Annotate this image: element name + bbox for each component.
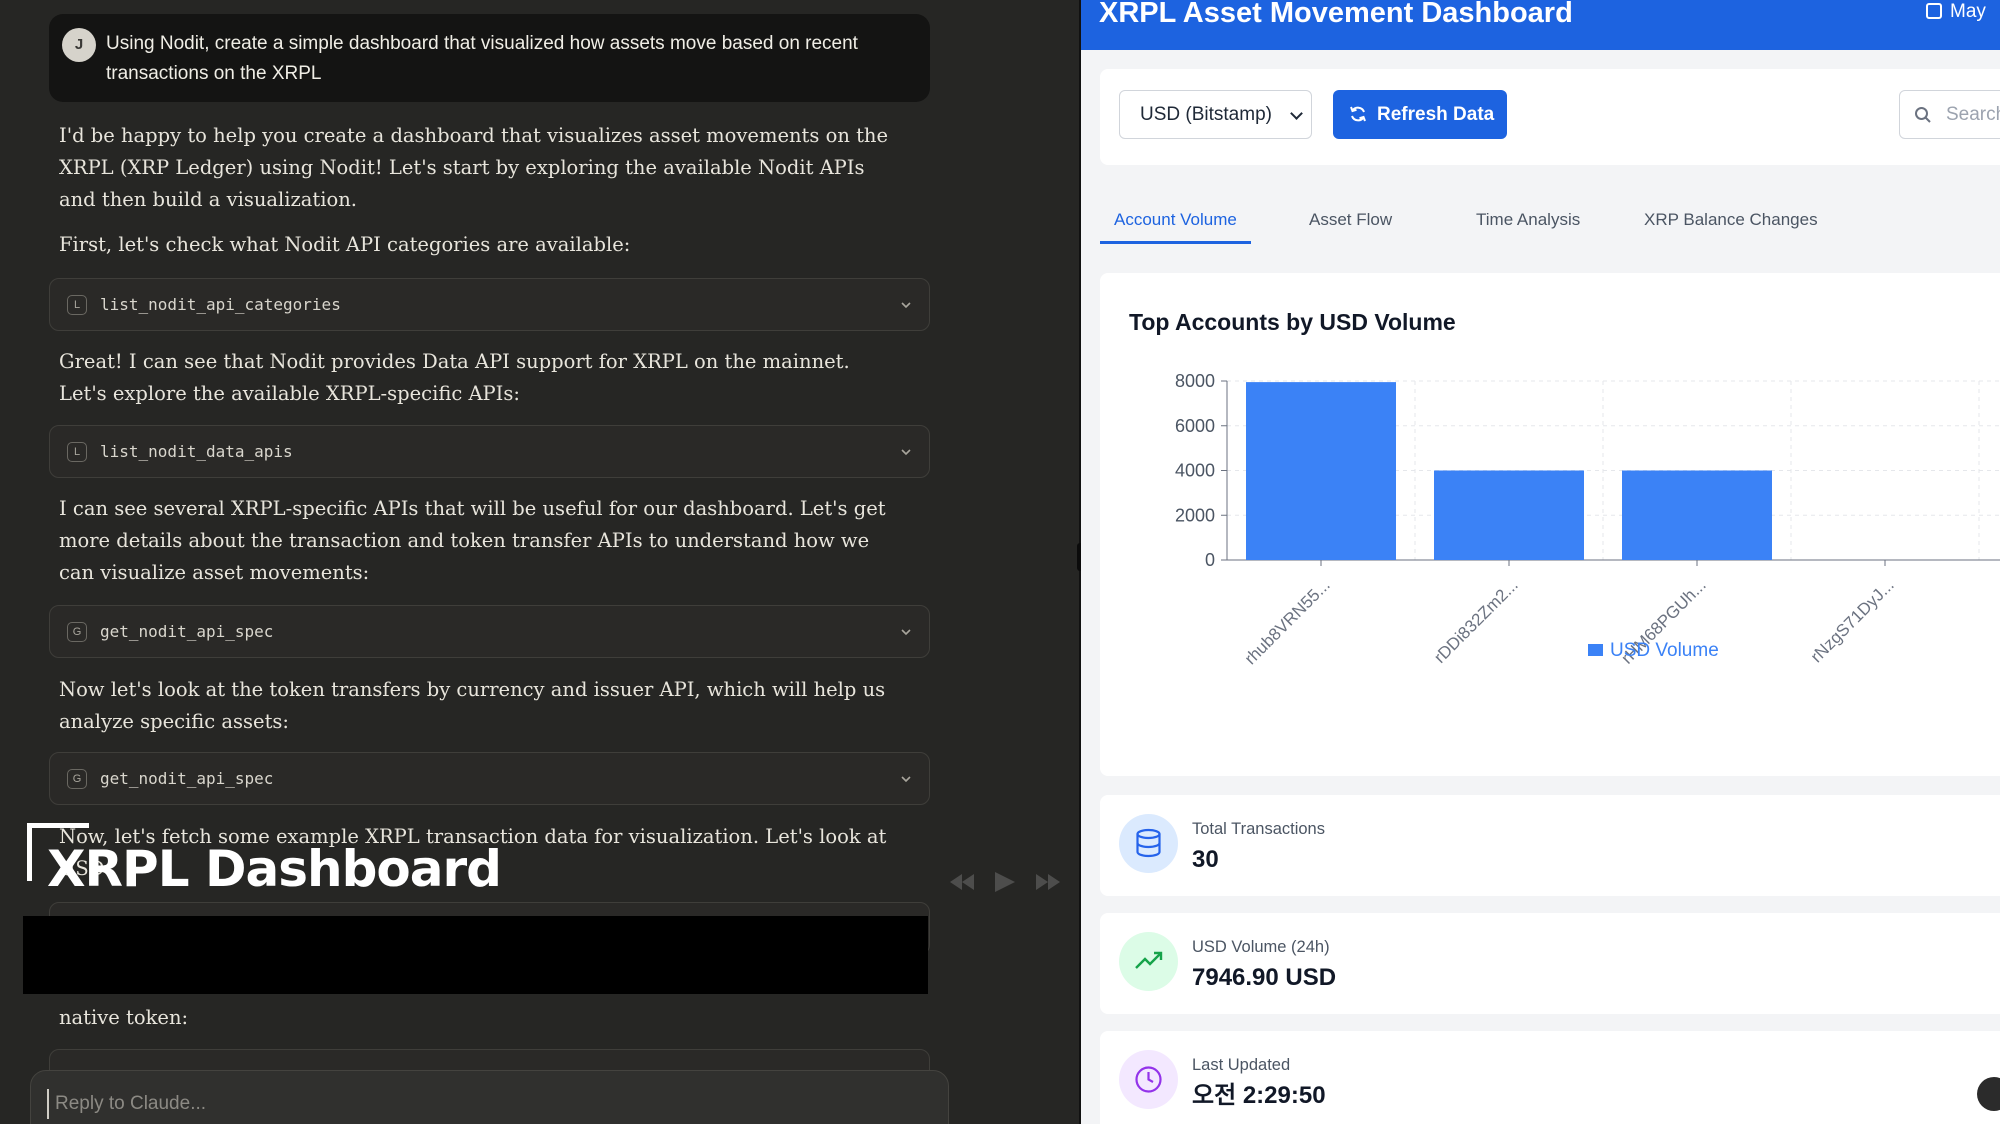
stat-label: Total Transactions (1192, 820, 1325, 838)
user-message-text: Using Nodit, create a simple dashboard t… (106, 33, 858, 84)
tool-call-get-api-spec[interactable]: G get_nodit_api_spec (49, 752, 930, 805)
assistant-paragraph: Now let's look at the token transfers by… (59, 678, 886, 733)
tool-call-list-categories[interactable]: L list_nodit_api_categories (49, 278, 930, 331)
y-tick-label: 6000 (1175, 416, 1215, 436)
avatar: J (62, 28, 96, 62)
stat-value: 오전 2:29:50 (1192, 1082, 1326, 1109)
stat-card-usd-volume: USD Volume (24h) 7946.90 USD (1100, 913, 2000, 1014)
x-tick-label: rDDi832Zm2... (1430, 575, 1522, 667)
stat-card-total-transactions: Total Transactions 30 (1100, 795, 2000, 896)
trending-up-icon (1119, 932, 1178, 991)
tab-xrp-balance-changes[interactable]: XRP Balance Changes (1630, 198, 1832, 244)
y-tick-label: 8000 (1175, 371, 1215, 391)
chat-pane: J Using Nodit, create a simple dashboard… (0, 0, 1080, 1124)
tool-call-label: list_nodit_api_categories (100, 295, 341, 314)
chevron-down-icon (1290, 107, 1303, 120)
dashboard-pane: XRPL Asset Movement Dashboard May USD (B… (1081, 0, 2000, 1124)
tab-account-volume[interactable]: Account Volume (1100, 198, 1251, 244)
currency-select[interactable]: USD (Bitstamp) (1119, 90, 1312, 139)
stat-value: 30 (1192, 846, 1219, 873)
assistant-paragraph: I'd be happy to help you create a dashbo… (59, 124, 889, 211)
database-icon (1119, 814, 1178, 873)
tool-icon: G (67, 622, 87, 642)
currency-select-value: USD (Bitstamp) (1140, 104, 1272, 125)
assistant-paragraph: native token: (59, 1006, 189, 1029)
legend-swatch (1588, 644, 1603, 656)
date-text: May (1950, 1, 1986, 22)
chevron-down-icon[interactable] (897, 443, 915, 461)
bar (1434, 470, 1584, 560)
chart-card: Top Accounts by USD Volume 0 2000 4000 6000… (1100, 273, 2000, 776)
page-title: XRPL Asset Movement Dashboard (1099, 0, 1573, 29)
calendar-icon (1926, 3, 1942, 19)
y-tick-label: 0 (1205, 550, 1215, 570)
bar (1246, 382, 1396, 560)
chevron-down-icon[interactable] (897, 770, 915, 788)
bar-chart: 0 2000 4000 6000 8000 rhub8VRN55... rDDi832Zm2… (1175, 371, 2000, 668)
search-box[interactable] (1899, 90, 2000, 139)
date-display: May (1926, 0, 1986, 24)
tool-call-label: list_nodit_data_apis (100, 442, 293, 461)
x-tick-label: rNzgS71DyJ... (1807, 575, 1898, 666)
controls-card: USD (Bitstamp) Refresh Data (1100, 69, 2000, 165)
y-tick-label: 4000 (1175, 461, 1215, 481)
search-icon (1915, 107, 1931, 123)
tab-asset-flow[interactable]: Asset Flow (1295, 198, 1406, 244)
tab-time-analysis[interactable]: Time Analysis (1462, 198, 1594, 244)
legend-label: USD Volume (1610, 640, 1719, 661)
y-tick-label: 2000 (1175, 505, 1215, 525)
reply-box[interactable] (30, 1070, 949, 1124)
tool-call-label: get_nodit_api_spec (100, 622, 274, 641)
stat-value: 7946.90 USD (1192, 964, 1337, 991)
refresh-data-label: Refresh Data (1377, 104, 1495, 125)
tool-icon: G (67, 769, 87, 789)
overlay-title: XRPL Dashboard (47, 840, 502, 898)
tool-call-list-data-apis[interactable]: L list_nodit_data_apis (49, 425, 930, 478)
media-controls-icon (950, 872, 1060, 892)
tool-icon: L (67, 295, 87, 315)
tool-call-get-api-spec[interactable]: G get_nodit_api_spec (49, 605, 930, 658)
search-input[interactable] (1946, 101, 2000, 129)
stat-card-last-updated: Last Updated 오전 2:29:50 (1100, 1031, 2000, 1124)
tool-call-label: get_nodit_api_spec (100, 769, 274, 788)
chevron-down-icon[interactable] (897, 296, 915, 314)
tool-icon: L (67, 442, 87, 462)
chevron-down-icon[interactable] (897, 623, 915, 641)
user-message: J Using Nodit, create a simple dashboard… (49, 14, 930, 102)
dashboard-header: XRPL Asset Movement Dashboard May (1081, 0, 2000, 50)
tab-bar: Account Volume Asset Flow Time Analysis … (1100, 198, 2000, 244)
stat-label: Last Updated (1192, 1056, 1291, 1074)
assistant-paragraph: Great! I can see that Nodit provides Dat… (59, 350, 850, 405)
assistant-paragraph: First, let's check what Nodit API catego… (59, 233, 631, 256)
x-tick-label: rhub8VRN55... (1241, 575, 1334, 668)
refresh-icon (1350, 106, 1366, 122)
assistant-paragraph: I can see several XRPL-specific APIs tha… (59, 497, 886, 584)
stat-label: USD Volume (24h) (1192, 938, 1330, 956)
redaction-bar (23, 916, 928, 994)
reply-input[interactable] (47, 1089, 907, 1119)
refresh-data-button[interactable]: Refresh Data (1333, 90, 1507, 139)
bar (1622, 470, 1772, 560)
clock-icon (1119, 1050, 1178, 1109)
